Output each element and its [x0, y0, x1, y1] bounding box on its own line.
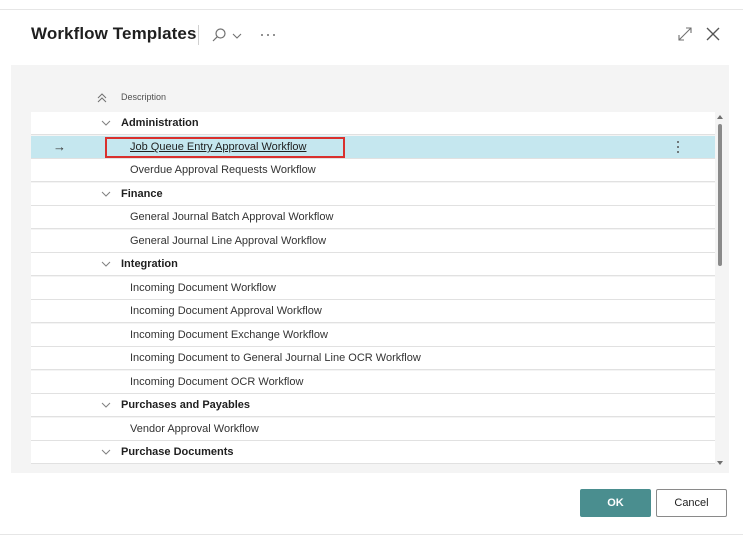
- list-item[interactable]: General Journal Line Approval Workflow: [31, 230, 715, 253]
- group-row[interactable]: Purchases and Payables: [31, 394, 715, 417]
- group-label: Administration: [121, 117, 199, 129]
- list-item[interactable]: Incoming Document OCR Workflow: [31, 371, 715, 394]
- current-row-arrow-icon: →: [53, 139, 66, 154]
- chevron-down-icon[interactable]: [101, 190, 111, 198]
- list-item[interactable]: Overdue Approval Requests Workflow: [31, 159, 715, 182]
- list-item[interactable]: Incoming Document to General Journal Lin…: [31, 347, 715, 370]
- item-label[interactable]: Incoming Document Approval Workflow: [130, 305, 322, 317]
- list-item[interactable]: Incoming Document Exchange Workflow: [31, 324, 715, 347]
- group-label: Purchases and Payables: [121, 399, 251, 411]
- item-label[interactable]: Incoming Document to General Journal Lin…: [130, 352, 421, 364]
- item-label[interactable]: Vendor Approval Workflow: [130, 423, 259, 435]
- collapse-all-icon[interactable]: [96, 92, 108, 104]
- expand-icon: [678, 27, 692, 41]
- chevron-down-icon[interactable]: [101, 119, 111, 127]
- scroll-up-icon[interactable]: [716, 114, 724, 120]
- page-title: Workflow Templates: [31, 24, 197, 43]
- item-label[interactable]: Incoming Document Workflow: [130, 282, 276, 294]
- item-label[interactable]: Incoming Document Exchange Workflow: [130, 329, 328, 341]
- chevron-down-icon[interactable]: [101, 401, 111, 409]
- close-button[interactable]: [704, 25, 722, 43]
- row-menu-icon[interactable]: [675, 140, 681, 154]
- vertical-scrollbar[interactable]: [716, 112, 724, 473]
- ok-button[interactable]: OK: [580, 489, 651, 517]
- item-label[interactable]: General Journal Line Approval Workflow: [130, 235, 326, 247]
- close-icon: [706, 27, 720, 41]
- scroll-down-icon[interactable]: [716, 460, 724, 466]
- group-row[interactable]: Integration: [31, 253, 715, 276]
- more-icon: [261, 34, 275, 36]
- item-label[interactable]: Overdue Approval Requests Workflow: [130, 164, 316, 176]
- column-header[interactable]: Description: [11, 85, 716, 111]
- chevron-down-icon[interactable]: [101, 448, 111, 456]
- group-label: Finance: [121, 188, 163, 200]
- bottom-divider: [0, 534, 743, 535]
- more-actions-button[interactable]: [258, 24, 278, 46]
- group-row[interactable]: Finance: [31, 183, 715, 206]
- dialog-header: Workflow Templates: [0, 10, 743, 64]
- scroll-thumb[interactable]: [718, 124, 722, 266]
- list-item[interactable]: General Journal Batch Approval Workflow: [31, 206, 715, 229]
- group-row[interactable]: Administration: [31, 112, 715, 135]
- item-label[interactable]: Incoming Document OCR Workflow: [130, 376, 303, 388]
- list-item[interactable]: Incoming Document Approval Workflow: [31, 300, 715, 323]
- item-label[interactable]: Job Queue Entry Approval Workflow: [130, 141, 307, 153]
- selected-list-item[interactable]: → Job Queue Entry Approval Workflow: [31, 136, 715, 159]
- group-row[interactable]: Purchase Documents: [31, 441, 715, 464]
- group-label: Integration: [121, 258, 178, 270]
- cancel-button[interactable]: Cancel: [656, 489, 727, 517]
- list-item[interactable]: Vendor Approval Workflow: [31, 418, 715, 441]
- column-header-description[interactable]: Description: [121, 92, 166, 102]
- chevron-down-icon: [232, 33, 242, 39]
- item-label[interactable]: General Journal Batch Approval Workflow: [130, 211, 333, 223]
- header-separator: [198, 25, 199, 45]
- search-icon: [212, 28, 226, 42]
- list-item[interactable]: Incoming Document Workflow: [31, 277, 715, 300]
- expand-button[interactable]: [676, 25, 694, 43]
- search-button[interactable]: [211, 24, 245, 46]
- group-label: Purchase Documents: [121, 446, 234, 458]
- workflow-templates-list: Administration → Job Queue Entry Approval …: [31, 112, 715, 473]
- chevron-down-icon[interactable]: [101, 260, 111, 268]
